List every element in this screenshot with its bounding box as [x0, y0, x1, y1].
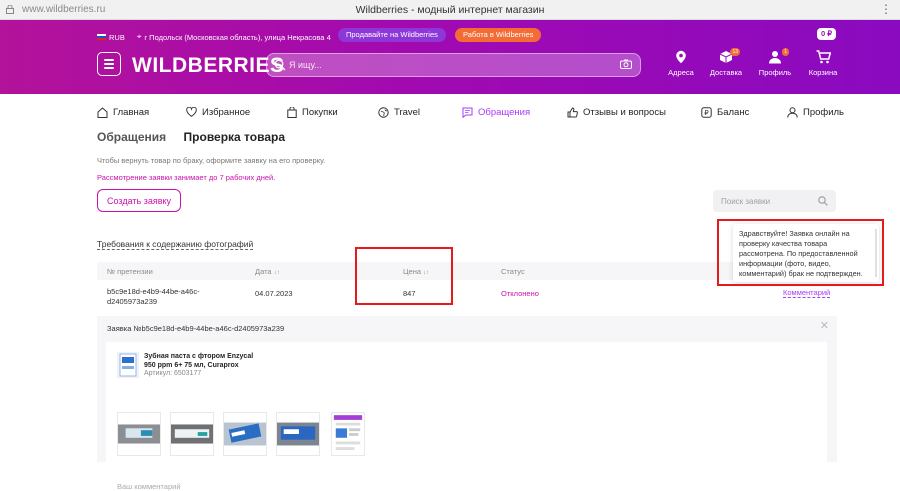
top-line: RUB ⌖ г Подольск (Московская область), у… — [97, 30, 331, 44]
header-nav-label: Доставка — [709, 68, 743, 77]
user-icon — [769, 51, 781, 64]
claim-number-line1: b5c9e18d-e4b9-44be-a46c- — [107, 287, 200, 296]
appeals-tabs: Обращения Проверка товара — [97, 130, 299, 144]
your-comment-label: Ваш комментарий — [117, 482, 181, 491]
menu-burger-button[interactable] — [97, 52, 121, 76]
nav-item-label: Обращения — [478, 106, 531, 118]
claim-number-line2: d2405973a239 — [107, 297, 158, 306]
claim-status: Отклонено — [501, 289, 539, 298]
location-text[interactable]: г Подольск (Московская область), улица Н… — [144, 33, 330, 42]
browser-title: Wildberries - модный интернет магазин — [355, 4, 545, 16]
header-nav-label: Корзина — [808, 68, 838, 77]
header-nav-delivery[interactable]: 13 Доставка — [703, 48, 749, 77]
nav-item-label: Главная — [113, 106, 150, 118]
main-search-bar — [266, 53, 641, 77]
profile-count-badge: 1 — [782, 48, 789, 56]
nav-item-label: Travel — [394, 106, 421, 118]
message-icon — [462, 107, 473, 118]
product-name[interactable]: Зубная паста с фтором Enzycal 950 ppm 6+… — [144, 352, 264, 370]
info-text: Чтобы вернуть товар по браку, оформите з… — [97, 156, 326, 165]
claim-photo[interactable] — [276, 412, 320, 456]
nav-item-label: Избранное — [202, 106, 251, 118]
wildberries-logo[interactable]: WILDBERRIES — [132, 54, 285, 78]
camera-icon[interactable] — [620, 59, 632, 69]
claim-photo[interactable] — [117, 412, 161, 456]
close-icon[interactable]: ✕ — [820, 319, 829, 332]
balance-badge[interactable]: 0 ₽ — [816, 28, 836, 40]
annotation-box-tooltip — [717, 219, 884, 286]
nav-item-label: Покупки — [302, 106, 338, 118]
tab-product-check[interactable]: Проверка товара — [184, 130, 285, 144]
product-thumbnail[interactable] — [117, 352, 139, 378]
cart-icon — [816, 50, 831, 64]
header-status: Статус — [501, 267, 525, 276]
home-icon — [97, 106, 108, 118]
header-nav-cart[interactable]: Корзина — [800, 50, 846, 77]
nav-item-purchases[interactable]: Покупки — [287, 106, 338, 118]
create-claim-button[interactable]: Создать заявку — [97, 189, 181, 212]
claim-details-panel: Заявка №b5c9e18d-e4b9-44be-a46c-d2405973… — [97, 316, 837, 491]
russia-flag-icon — [97, 34, 106, 40]
claim-photo[interactable] — [223, 412, 267, 456]
product-article: Артикул: 6503177 — [144, 370, 202, 377]
main-search-input[interactable] — [289, 57, 609, 73]
nav-item-appeals[interactable]: Обращения — [462, 107, 530, 118]
header-nav-profile[interactable]: 1 Профиль — [752, 48, 798, 77]
nav-item-travel[interactable]: Travel — [378, 107, 420, 118]
globe-icon — [378, 106, 389, 118]
processing-time-text: Рассмотрение заявки занимает до 7 рабочи… — [97, 173, 276, 182]
thumb-icon — [567, 106, 578, 117]
header-nav-addresses[interactable]: Адреса — [658, 50, 704, 77]
browser-menu-icon[interactable]: ⋮ — [880, 2, 892, 16]
nav-item-favorites[interactable]: Избранное — [186, 107, 250, 118]
wallet-icon: ₽ — [701, 106, 712, 118]
nav-item-label: Отзывы и вопросы — [583, 106, 666, 118]
site-header: RUB ⌖ г Подольск (Московская область), у… — [0, 20, 900, 94]
heart-icon — [186, 107, 197, 117]
claim-card: Зубная паста с фтором Enzycal 950 ppm 6+… — [106, 342, 827, 491]
nav-item-balance[interactable]: ₽ Баланс — [701, 107, 749, 118]
header-date[interactable]: Дата ↓↑ — [255, 267, 280, 276]
search-icon — [274, 59, 286, 71]
annotation-box-price — [355, 247, 453, 305]
location-pin-icon: ⌖ — [136, 32, 142, 41]
claim-date: 04.07.2023 — [255, 289, 293, 298]
claim-photo[interactable] — [331, 412, 365, 456]
claim-photo[interactable] — [170, 412, 214, 456]
nav-item-reviews[interactable]: Отзывы и вопросы — [567, 107, 666, 118]
nav-item-label: Баланс — [717, 106, 750, 118]
delivery-count-badge: 13 — [730, 48, 740, 56]
product-name-line2: 950 ppm 6+ 75 мл, Curaprox — [144, 362, 239, 369]
photo-requirements-link[interactable]: Требования к содержанию фотографий — [97, 239, 254, 250]
claim-details-title: Заявка №b5c9e18d-e4b9-44be-a46c-d2405973… — [107, 324, 285, 333]
product-name-line1: Зубная паста с фтором Enzycal — [144, 353, 254, 360]
svg-text:₽: ₽ — [704, 109, 709, 117]
claim-search-box — [713, 190, 836, 212]
currency-selector[interactable]: RUB — [109, 33, 125, 42]
header-nav-label: Адреса — [668, 68, 694, 77]
nav-item-profile[interactable]: Профиль — [787, 107, 844, 118]
sell-on-wb-button[interactable]: Продавайте на Wildberries — [338, 28, 446, 42]
tab-appeals[interactable]: Обращения — [97, 130, 166, 144]
bag-icon — [287, 106, 297, 118]
header-nav-label: Профиль — [758, 68, 792, 77]
comment-link[interactable]: Комментарий — [783, 288, 831, 298]
nav-item-home[interactable]: Главная — [97, 107, 149, 118]
search-icon[interactable] — [818, 196, 828, 206]
header-date-label: Дата — [255, 267, 272, 276]
claim-search-input[interactable] — [721, 194, 817, 208]
user-outline-icon — [787, 106, 798, 118]
sort-icon: ↓↑ — [273, 270, 280, 276]
browser-bar: www.wildberries.ru Wildberries - модный … — [0, 0, 900, 20]
nav-item-label: Профиль — [803, 106, 845, 118]
map-pin-icon — [676, 50, 686, 64]
header-claim-number: № претензии — [107, 267, 153, 276]
work-at-wb-button[interactable]: Работа в Wildberries — [455, 28, 542, 42]
